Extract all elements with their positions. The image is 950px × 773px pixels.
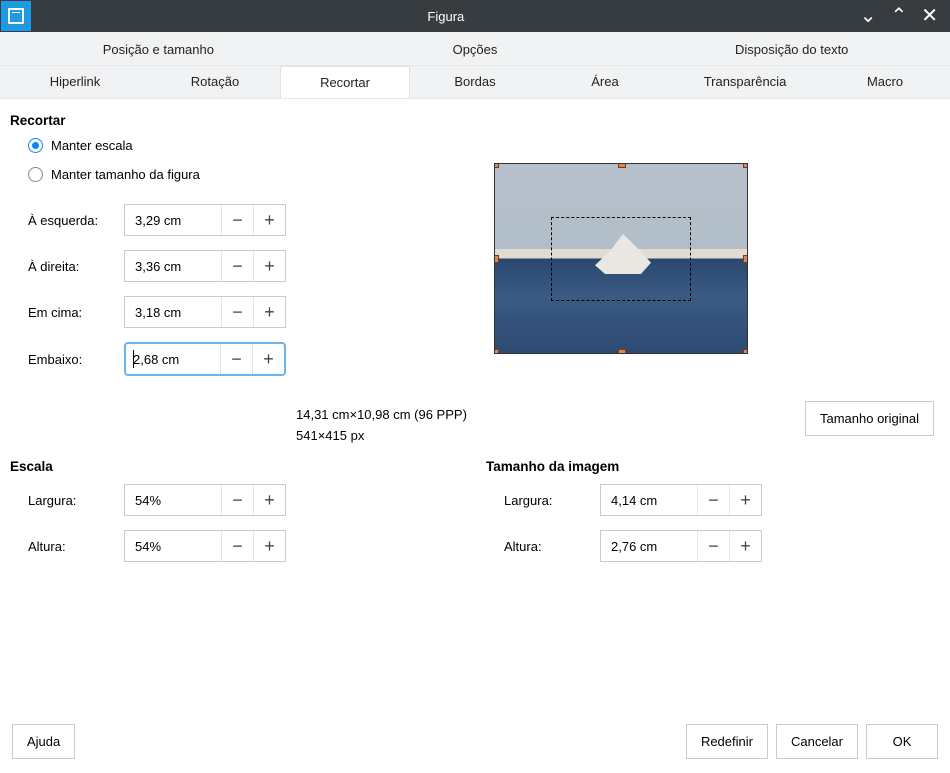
handle-br[interactable]: [743, 349, 748, 354]
title-bar: Figura ⌄ ⌃ ✕: [0, 0, 950, 32]
window-title: Figura: [32, 9, 860, 24]
handle-mr[interactable]: [743, 255, 748, 263]
tab-options[interactable]: Opções: [317, 32, 634, 65]
scale-heading: Escala: [10, 459, 310, 474]
imgsize-width-minus[interactable]: −: [697, 485, 729, 515]
image-info-dims: 14,31 cm×10,98 cm (96 PPP): [296, 405, 467, 426]
scale-height-row: Altura: 54% − +: [28, 530, 310, 562]
app-icon: [1, 1, 31, 31]
crop-right-input[interactable]: 3,36 cm − +: [124, 250, 286, 282]
imgsize-width-input[interactable]: 4,14 cm − +: [600, 484, 762, 516]
image-size-section: Tamanho da imagem Largura: 4,14 cm − + A…: [486, 459, 816, 576]
handle-tr[interactable]: [743, 163, 748, 168]
crop-top-minus[interactable]: −: [221, 297, 253, 327]
radio-keep-scale-label: Manter escala: [51, 138, 133, 153]
scale-height-value[interactable]: 54%: [125, 531, 221, 561]
crop-bottom-minus[interactable]: −: [220, 344, 252, 374]
imgsize-width-value[interactable]: 4,14 cm: [601, 485, 697, 515]
reset-button[interactable]: Redefinir: [686, 724, 768, 759]
scale-width-input[interactable]: 54% − +: [124, 484, 286, 516]
imgsize-height-row: Altura: 2,76 cm − +: [504, 530, 816, 562]
crop-top-value[interactable]: 3,18 cm: [125, 297, 221, 327]
handle-ml[interactable]: [494, 255, 499, 263]
window-controls: ⌄ ⌃ ✕: [860, 6, 950, 26]
expand-icon[interactable]: ⌃: [890, 6, 907, 26]
scale-height-label: Altura:: [28, 539, 112, 554]
radio-keep-size-row[interactable]: Manter tamanho da figura: [28, 167, 940, 182]
scale-section: Escala Largura: 54% − + Altura: 54% − +: [10, 459, 310, 576]
tab-transparency[interactable]: Transparência: [670, 66, 820, 98]
crop-bottom-label: Embaixo:: [28, 352, 112, 367]
ok-button[interactable]: OK: [866, 724, 938, 759]
tab-crop[interactable]: Recortar: [280, 66, 410, 98]
radio-keep-size-label: Manter tamanho da figura: [51, 167, 200, 182]
dialog-footer: Ajuda Redefinir Cancelar OK: [0, 714, 950, 773]
scale-height-minus[interactable]: −: [221, 531, 253, 561]
secondary-tabs: Hiperlink Rotação Recortar Bordas Área T…: [0, 66, 950, 99]
imgsize-width-row: Largura: 4,14 cm − +: [504, 484, 816, 516]
crop-right-row: À direita: 3,36 cm − +: [28, 250, 940, 282]
crop-left-value[interactable]: 3,29 cm: [125, 205, 221, 235]
tab-macro[interactable]: Macro: [820, 66, 950, 98]
image-size-heading: Tamanho da imagem: [486, 459, 816, 474]
imgsize-height-input[interactable]: 2,76 cm − +: [600, 530, 762, 562]
scale-width-row: Largura: 54% − +: [28, 484, 310, 516]
crop-top-input[interactable]: 3,18 cm − +: [124, 296, 286, 328]
scale-width-value[interactable]: 54%: [125, 485, 221, 515]
imgsize-height-plus[interactable]: +: [729, 531, 761, 561]
crop-bottom-plus[interactable]: +: [252, 344, 284, 374]
radio-keep-scale[interactable]: [28, 138, 43, 153]
crop-bottom-row: Embaixo: 2,68 cm − +: [28, 342, 940, 376]
scale-height-plus[interactable]: +: [253, 531, 285, 561]
handle-tm[interactable]: [618, 163, 626, 168]
primary-tabs: Posição e tamanho Opções Disposição do t…: [0, 32, 950, 66]
tab-position-size[interactable]: Posição e tamanho: [0, 32, 317, 65]
crop-left-input[interactable]: 3,29 cm − +: [124, 204, 286, 236]
crop-right-plus[interactable]: +: [253, 251, 285, 281]
imgsize-height-value[interactable]: 2,76 cm: [601, 531, 697, 561]
tab-content: Recortar Manter escala Manter tamanho da…: [0, 99, 950, 714]
crop-rectangle[interactable]: [551, 217, 691, 301]
crop-left-plus[interactable]: +: [253, 205, 285, 235]
crop-top-label: Em cima:: [28, 305, 112, 320]
handle-tl[interactable]: [494, 163, 499, 168]
crop-preview[interactable]: [494, 163, 748, 354]
close-icon[interactable]: ✕: [921, 6, 938, 26]
imgsize-width-label: Largura:: [504, 493, 588, 508]
crop-right-minus[interactable]: −: [221, 251, 253, 281]
crop-left-row: À esquerda: 3,29 cm − +: [28, 204, 940, 236]
help-button[interactable]: Ajuda: [12, 724, 75, 759]
crop-top-row: Em cima: 3,18 cm − +: [28, 296, 940, 328]
imgsize-width-plus[interactable]: +: [729, 485, 761, 515]
cancel-button[interactable]: Cancelar: [776, 724, 858, 759]
crop-right-label: À direita:: [28, 259, 112, 274]
tab-borders[interactable]: Bordas: [410, 66, 540, 98]
scale-width-label: Largura:: [28, 493, 112, 508]
image-info: 14,31 cm×10,98 cm (96 PPP) 541×415 px: [296, 405, 467, 447]
tab-rotation[interactable]: Rotação: [150, 66, 280, 98]
crop-left-label: À esquerda:: [28, 213, 112, 228]
scale-height-input[interactable]: 54% − +: [124, 530, 286, 562]
crop-bottom-value[interactable]: 2,68 cm: [126, 344, 220, 374]
original-size-button[interactable]: Tamanho original: [805, 401, 934, 436]
scale-width-minus[interactable]: −: [221, 485, 253, 515]
crop-top-plus[interactable]: +: [253, 297, 285, 327]
crop-bottom-input[interactable]: 2,68 cm − +: [124, 342, 286, 376]
dialog-window: Figura ⌄ ⌃ ✕ Posição e tamanho Opções Di…: [0, 0, 950, 773]
crop-heading: Recortar: [10, 113, 940, 128]
tab-text-wrap[interactable]: Disposição do texto: [633, 32, 950, 65]
radio-keep-scale-row[interactable]: Manter escala: [28, 138, 940, 153]
tab-hyperlink[interactable]: Hiperlink: [0, 66, 150, 98]
scale-width-plus[interactable]: +: [253, 485, 285, 515]
handle-bm[interactable]: [618, 349, 626, 354]
tab-area[interactable]: Área: [540, 66, 670, 98]
collapse-icon[interactable]: ⌄: [860, 6, 877, 26]
radio-keep-size[interactable]: [28, 167, 43, 182]
handle-bl[interactable]: [494, 349, 499, 354]
crop-left-minus[interactable]: −: [221, 205, 253, 235]
imgsize-height-minus[interactable]: −: [697, 531, 729, 561]
image-info-px: 541×415 px: [296, 426, 467, 447]
crop-right-value[interactable]: 3,36 cm: [125, 251, 221, 281]
imgsize-height-label: Altura:: [504, 539, 588, 554]
